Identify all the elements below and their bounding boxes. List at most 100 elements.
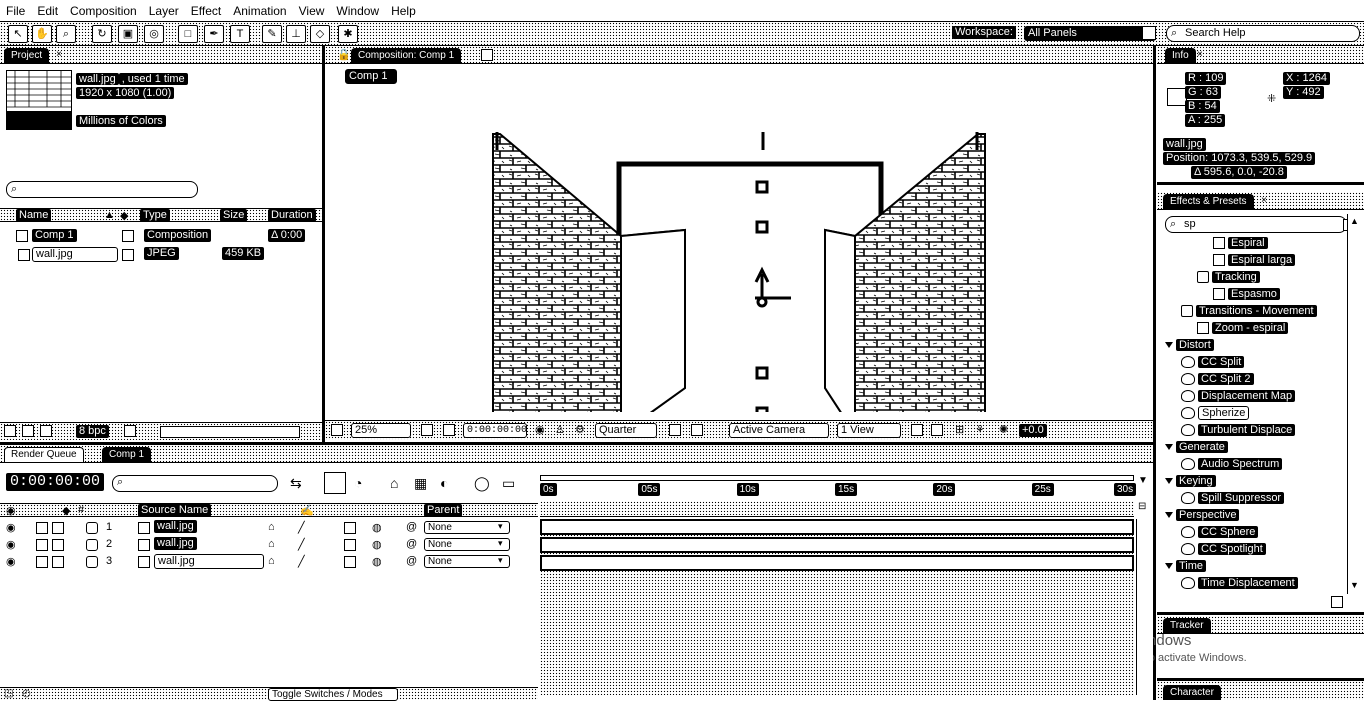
chevron-down-icon[interactable] — [1142, 26, 1156, 40]
scroll-down-icon[interactable]: ▼ — [1350, 580, 1359, 590]
comp-viewer[interactable] — [325, 88, 1153, 456]
scroll-up-icon[interactable]: ▲ — [1350, 216, 1359, 226]
fast-preview-icon[interactable] — [931, 424, 943, 436]
tab-composition[interactable]: Composition: Comp 1 — [351, 48, 462, 63]
3d-layer-icon[interactable]: ◍ — [372, 555, 382, 568]
layer-name[interactable]: wall.jpg — [154, 554, 264, 569]
pixel-aspect-icon[interactable] — [911, 424, 923, 436]
mask-visibility-icon[interactable] — [443, 424, 455, 436]
grid-guides-icon[interactable] — [421, 424, 433, 436]
region-of-interest-icon[interactable] — [331, 424, 343, 436]
zoom-select[interactable]: 25% — [351, 423, 411, 438]
eye-icon[interactable]: ◉ — [6, 521, 16, 534]
comp-mini-flowchart-icon[interactable]: ⇆ — [290, 475, 302, 492]
effects-tree-item[interactable]: Transitions - Movement — [1181, 304, 1317, 318]
tab-comp1[interactable]: Comp 1 — [102, 447, 152, 462]
panel-menu-icon[interactable] — [481, 49, 493, 61]
tab-info[interactable]: Info — [1165, 48, 1196, 63]
effects-tree-item[interactable]: Time Displacement — [1181, 576, 1298, 590]
live-update-icon[interactable] — [324, 472, 346, 494]
comp-button-icon[interactable]: ⊟ — [1138, 501, 1146, 512]
pick-whip-icon[interactable]: @ — [406, 538, 417, 550]
layer-bar[interactable] — [540, 519, 1134, 535]
transparency-grid-icon[interactable] — [691, 424, 703, 436]
adjustment-switch[interactable] — [344, 539, 356, 551]
shape-tool-icon[interactable]: □ — [178, 25, 198, 43]
quality-icon[interactable]: ╱ — [298, 555, 305, 568]
selection-tool-icon[interactable]: ↖ — [8, 25, 28, 43]
brainstorm-icon[interactable]: ▭ — [502, 475, 515, 492]
menu-animation[interactable]: Animation — [227, 4, 292, 18]
tab-comp1-flow[interactable]: Comp 1 — [345, 69, 397, 84]
quality-icon[interactable]: ╱ — [298, 538, 305, 551]
label-color-icon[interactable] — [86, 522, 98, 534]
col-type[interactable]: Type — [140, 209, 170, 222]
view-layout-select[interactable]: 1 View — [837, 423, 901, 438]
lock-switch[interactable] — [52, 539, 64, 551]
adjustment-switch[interactable] — [344, 556, 356, 568]
workspace-select[interactable]: All Panels — [1024, 26, 1156, 41]
rotate-tool-icon[interactable]: ↻ — [92, 25, 112, 43]
panel-divider[interactable] — [1157, 182, 1364, 185]
bpc-label[interactable]: 8 bpc — [76, 425, 109, 438]
effects-tree-item[interactable]: CC Sphere — [1181, 525, 1259, 539]
pan-behind-tool-icon[interactable]: ◎ — [144, 25, 164, 43]
tab-character[interactable]: Character — [1163, 685, 1221, 700]
time-navigator[interactable] — [540, 501, 1134, 515]
time-ruler[interactable]: 0s 05s 10s 15s 20s 25s 30s — [540, 471, 1137, 517]
effects-tree-item[interactable]: Time — [1165, 559, 1207, 573]
lock-icon[interactable]: 🔒 — [337, 48, 351, 61]
effects-tree-item[interactable]: Perspective — [1165, 508, 1240, 522]
effects-tree-item[interactable]: Spherize — [1181, 406, 1250, 420]
pick-whip-icon[interactable]: @ — [406, 521, 417, 533]
effects-tree-item[interactable]: Espasmo — [1213, 287, 1280, 301]
effects-tree-item[interactable]: Spill Suppressor — [1181, 491, 1285, 505]
close-icon[interactable]: × — [1261, 195, 1267, 206]
fast-previews-icon[interactable] — [669, 424, 681, 436]
trash-icon[interactable] — [124, 425, 136, 437]
lock-switch[interactable] — [52, 556, 64, 568]
menu-help[interactable]: Help — [385, 4, 422, 18]
effects-tree-item[interactable]: Audio Spectrum — [1181, 457, 1283, 471]
effects-tree-item[interactable]: Espiral — [1213, 236, 1268, 250]
lock-switch[interactable] — [52, 522, 64, 534]
exposure-icon[interactable]: ✺ — [999, 423, 1008, 436]
resolution-select[interactable]: Quarter — [595, 423, 657, 438]
effects-tree-item[interactable]: Zoom - espiral — [1197, 321, 1289, 335]
layer-row[interactable]: ◉ 3 wall.jpg ⌂ ╱ ◍ @ None ▾ — [0, 554, 538, 570]
layer-row[interactable]: ◉ 1 wall.jpg ⌂ ╱ ◍ @ None ▾ — [0, 520, 538, 536]
layer-bar[interactable] — [540, 555, 1134, 571]
panel-divider[interactable] — [1153, 46, 1156, 700]
frame-blending-icon[interactable]: ▦ — [414, 475, 427, 492]
col-size[interactable]: Size — [220, 209, 248, 222]
effects-tree-item[interactable]: CC Split 2 — [1181, 372, 1254, 386]
new-comp-icon[interactable] — [40, 425, 52, 437]
clone-stamp-tool-icon[interactable]: ⊥ — [286, 25, 306, 43]
toggle-switches-modes[interactable]: Toggle Switches / Modes — [268, 688, 398, 701]
col-parent[interactable]: Parent — [424, 504, 463, 517]
camera-tool-icon[interactable]: ▣ — [118, 25, 138, 43]
hand-tool-icon[interactable]: ✋ — [32, 25, 52, 43]
timeline-timecode[interactable]: 0:00:00:00 — [6, 473, 105, 491]
close-icon[interactable]: × — [56, 49, 62, 60]
chevron-down-icon[interactable]: ▾ — [498, 555, 503, 566]
effects-tree-item[interactable]: CC Spotlight — [1181, 542, 1266, 556]
color-channel-icon[interactable]: ⚙ — [575, 423, 585, 436]
flowchart-icon[interactable]: ⚘ — [975, 423, 985, 436]
camera-select[interactable]: Active Camera — [729, 423, 829, 438]
menu-window[interactable]: Window — [330, 4, 385, 18]
close-icon[interactable]: × — [1197, 49, 1203, 60]
col-source-name[interactable]: Source Name — [138, 504, 212, 517]
menu-effect[interactable]: Effect — [185, 4, 227, 18]
col-duration[interactable]: Duration — [268, 209, 316, 222]
hide-shy-icon[interactable]: ⌂ — [390, 475, 398, 491]
menu-layer[interactable]: Layer — [143, 4, 185, 18]
project-row[interactable]: Comp 1 Composition Δ 0:00 — [0, 228, 322, 244]
quality-icon[interactable]: ╱ — [298, 521, 305, 534]
work-area-bar[interactable] — [540, 475, 1134, 481]
effects-tree-item[interactable]: CC Split — [1181, 355, 1245, 369]
eye-icon[interactable]: ◉ — [6, 538, 16, 551]
comp-marker-icon[interactable]: ▼ — [1138, 475, 1148, 486]
layer-name[interactable]: wall.jpg — [154, 520, 197, 533]
track-area[interactable] — [540, 519, 1134, 695]
